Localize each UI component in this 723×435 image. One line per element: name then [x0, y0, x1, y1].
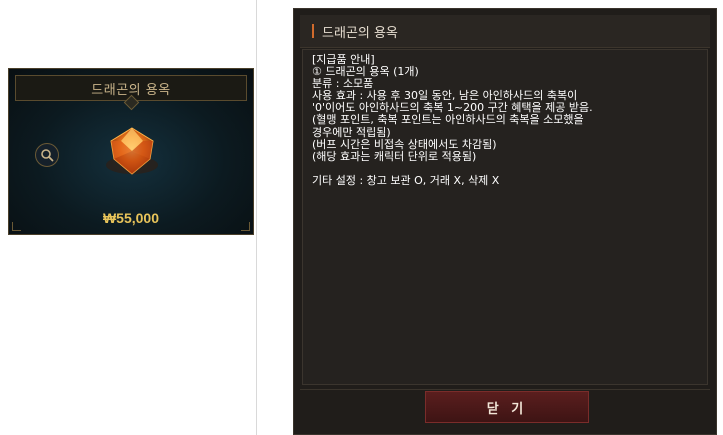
panel-divider — [256, 0, 257, 435]
footer-divider — [300, 389, 710, 390]
description-line: 기타 설정 : 창고 보관 O, 거래 X, 삭제 X — [312, 173, 500, 187]
corner-ornament — [241, 222, 250, 231]
description-line: (혈맹 포인트, 축복 포인트는 아인하사드의 축복을 소모했을 — [312, 113, 584, 127]
description-line: (버프 시간은 비접속 상태에서도 차감됨) — [312, 137, 497, 151]
zoom-button[interactable] — [35, 143, 59, 167]
title-accent-bar — [312, 24, 314, 38]
card-price: ₩55,000 — [102, 210, 160, 226]
corner-ornament — [12, 222, 21, 231]
dialog-title: 드래곤의 용옥 — [322, 25, 398, 41]
magnifier-icon — [41, 149, 54, 162]
close-button[interactable]: 닫 기 — [425, 391, 589, 423]
orange-gem-icon — [106, 127, 158, 175]
description-line: (해당 효과는 캐릭터 단위로 적용됨) — [312, 149, 477, 163]
product-card[interactable]: 드래곤의 용옥 ₩55,000 — [8, 68, 254, 235]
item-info-dialog: 드래곤의 용옥 [지급품 안내] ① 드래곤의 용옥 (1개) 분류 : 소모품… — [293, 8, 717, 435]
dialog-description: [지급품 안내] ① 드래곤의 용옥 (1개) 분류 : 소모품 사용 효과 :… — [302, 49, 708, 385]
description-line: 경우에만 적립됨) — [312, 125, 391, 139]
dialog-header: 드래곤의 용옥 — [300, 15, 710, 48]
